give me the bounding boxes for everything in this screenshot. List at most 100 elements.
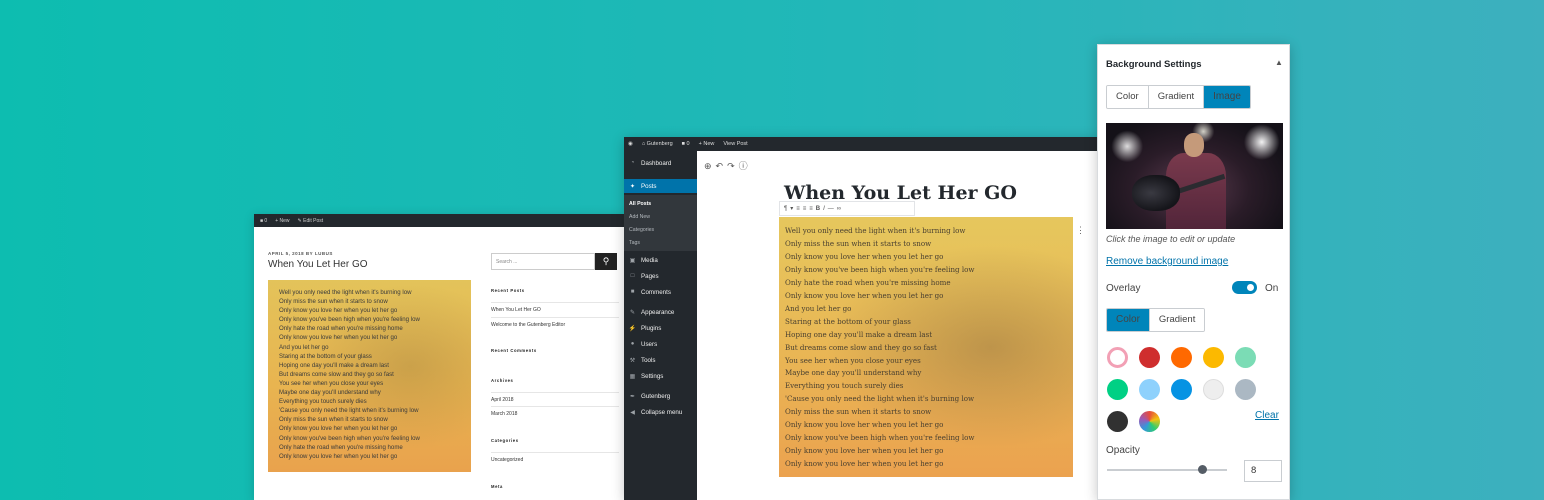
- recent-post-link[interactable]: When You Let Her GO: [491, 302, 619, 313]
- wordpress-logo-icon[interactable]: ◉: [628, 141, 633, 147]
- submenu-add-new[interactable]: Add New: [629, 214, 650, 220]
- info-icon[interactable]: ⓘ: [739, 161, 752, 171]
- admin-bar: ◉ ⌂ Gutenberg ■ 0 + New View Post: [624, 137, 1099, 151]
- submenu-all-posts[interactable]: All Posts: [629, 201, 651, 207]
- overlay-type-tabs: Color Gradient: [1106, 308, 1206, 332]
- color-swatch[interactable]: [1107, 347, 1128, 368]
- menu-media[interactable]: ▣ Media: [624, 253, 697, 267]
- site-link[interactable]: ⌂ Gutenberg: [642, 141, 673, 147]
- background-image-thumbnail[interactable]: [1106, 123, 1283, 229]
- new-link[interactable]: + New: [275, 218, 289, 224]
- lyric-line: Hoping one day you'll make a dream last: [279, 361, 389, 369]
- lyric-line: Only know you love her when you let her …: [279, 334, 398, 342]
- color-swatch[interactable]: [1203, 347, 1224, 368]
- color-swatch[interactable]: [1139, 379, 1160, 400]
- lyric-line: Only hate the road when you're missing h…: [279, 325, 403, 333]
- menu-pages[interactable]: □ Pages: [624, 269, 697, 283]
- search-input[interactable]: Search ...: [491, 253, 595, 270]
- tab-gradient[interactable]: Gradient: [1148, 86, 1205, 108]
- singer-head: [1184, 133, 1204, 157]
- panel-title: Background Settings: [1106, 59, 1202, 70]
- categories-heading: Categories: [491, 438, 519, 443]
- menu-settings[interactable]: ▦ Settings: [624, 369, 697, 383]
- new-link[interactable]: + New: [699, 141, 715, 147]
- comments-icon[interactable]: ■ 0: [260, 218, 267, 224]
- lyric-line: Only know you've been high when you're f…: [785, 433, 975, 443]
- lyric-line: Only know you love her when you let her …: [785, 446, 944, 456]
- color-swatch[interactable]: [1171, 379, 1192, 400]
- menu-comments[interactable]: ■ Comments: [624, 285, 697, 299]
- posts-submenu: All Posts Add New Categories Tags: [624, 195, 697, 251]
- menu-plugins[interactable]: ⚡ Plugins: [624, 321, 697, 335]
- menu-label: Collapse menu: [641, 408, 683, 416]
- more-options-icon[interactable]: ⋮: [1076, 225, 1085, 236]
- lyric-line: Hoping one day you'll make a dream last: [785, 329, 933, 339]
- redo-icon[interactable]: ↷: [727, 161, 739, 171]
- category-link[interactable]: Uncategorized: [491, 452, 619, 463]
- pages-icon: □: [630, 273, 635, 279]
- archive-link[interactable]: April 2018: [491, 392, 619, 403]
- comments-icon: ■: [630, 289, 635, 295]
- edit-post-label: Edit Post: [303, 217, 324, 224]
- editor-toolbar: ⊕↶↷ⓘ: [704, 159, 752, 172]
- menu-collapse[interactable]: ◀ Collapse menu: [624, 405, 697, 419]
- menu-appearance[interactable]: ✎ Appearance: [624, 305, 697, 319]
- color-swatch[interactable]: [1139, 347, 1160, 368]
- color-swatch[interactable]: [1107, 411, 1128, 432]
- overlay-tab-gradient[interactable]: Gradient: [1149, 309, 1205, 331]
- comments-icon[interactable]: ■ 0: [682, 141, 690, 147]
- opacity-slider-handle[interactable]: [1198, 465, 1207, 474]
- remove-background-image-link[interactable]: Remove background image: [1106, 256, 1228, 267]
- link-icon[interactable]: ∞: [837, 206, 844, 212]
- lyric-line: Everything you touch surely dies: [279, 398, 367, 406]
- recent-post-link[interactable]: Welcome to the Gutenberg Editor: [491, 317, 619, 328]
- wrench-icon: ⚒: [629, 357, 636, 364]
- tab-color[interactable]: Color: [1107, 86, 1149, 108]
- overlay-tab-color[interactable]: Color: [1107, 309, 1150, 331]
- color-swatch[interactable]: [1107, 379, 1128, 400]
- lyric-line: Only know you love her when you let her …: [279, 425, 398, 433]
- block-lyrics-text[interactable]: Well you only need the light when it's b…: [785, 225, 974, 471]
- tab-image[interactable]: Image: [1204, 86, 1250, 108]
- menu-posts[interactable]: ✦ Posts: [624, 179, 697, 193]
- lyric-line: Maybe one day you'll understand why: [279, 389, 381, 397]
- menu-label: Pages: [641, 272, 659, 280]
- recent-comments-heading: Recent Comments: [491, 348, 537, 353]
- color-swatch[interactable]: [1235, 379, 1256, 400]
- menu-dashboard[interactable]: ◔ Dashboard: [624, 156, 697, 170]
- submenu-categories[interactable]: Categories: [629, 227, 654, 233]
- custom-color-swatch[interactable]: [1139, 411, 1160, 432]
- menu-users[interactable]: ● Users: [624, 337, 697, 351]
- lyric-line: Only hate the road when you're missing h…: [279, 443, 403, 451]
- menu-tools[interactable]: ⚒ Tools: [624, 353, 697, 367]
- search-icon: ⚲: [602, 256, 610, 266]
- lyric-line: Only miss the sun when it starts to snow: [785, 407, 932, 417]
- edit-post-link[interactable]: ✎ Edit Post: [298, 218, 324, 224]
- menu-gutenberg[interactable]: ✒ Gutenberg: [624, 389, 697, 403]
- add-block-icon[interactable]: ⊕: [704, 161, 716, 171]
- overlay-label: Overlay: [1106, 283, 1141, 294]
- archive-link[interactable]: March 2018: [491, 406, 619, 417]
- frontend-site-preview: ■ 0 + New ✎ Edit Post April 5, 2018 by l…: [254, 214, 626, 500]
- lyric-line: Only miss the sun when it starts to snow: [279, 298, 388, 306]
- search-button[interactable]: ⚲: [595, 253, 617, 270]
- background-type-tabs: Color Gradient Image: [1106, 85, 1251, 109]
- opacity-input[interactable]: 8: [1244, 460, 1282, 482]
- color-swatch[interactable]: [1235, 347, 1256, 368]
- overlay-toggle-knob: [1247, 284, 1254, 291]
- color-swatch[interactable]: [1203, 379, 1224, 400]
- strikethrough-icon[interactable]: —: [828, 206, 837, 212]
- submenu-tags[interactable]: Tags: [629, 240, 640, 246]
- post-title[interactable]: When You Let Her GO: [268, 259, 368, 270]
- collapse-caret-icon[interactable]: ▲: [1275, 58, 1283, 67]
- paragraph-icon[interactable]: ¶▾: [784, 206, 796, 212]
- background-block[interactable]: Well you only need the light when it's b…: [779, 217, 1073, 477]
- undo-icon[interactable]: ↶: [716, 161, 728, 171]
- clear-color-button[interactable]: Clear: [1255, 410, 1279, 421]
- view-post-link[interactable]: View Post: [723, 141, 747, 147]
- archives-heading: Archives: [491, 378, 514, 383]
- new-label: New: [703, 141, 715, 147]
- lyric-line: Only miss the sun when it starts to snow: [279, 416, 388, 424]
- color-swatch[interactable]: [1171, 347, 1192, 368]
- opacity-slider-track[interactable]: [1107, 469, 1227, 471]
